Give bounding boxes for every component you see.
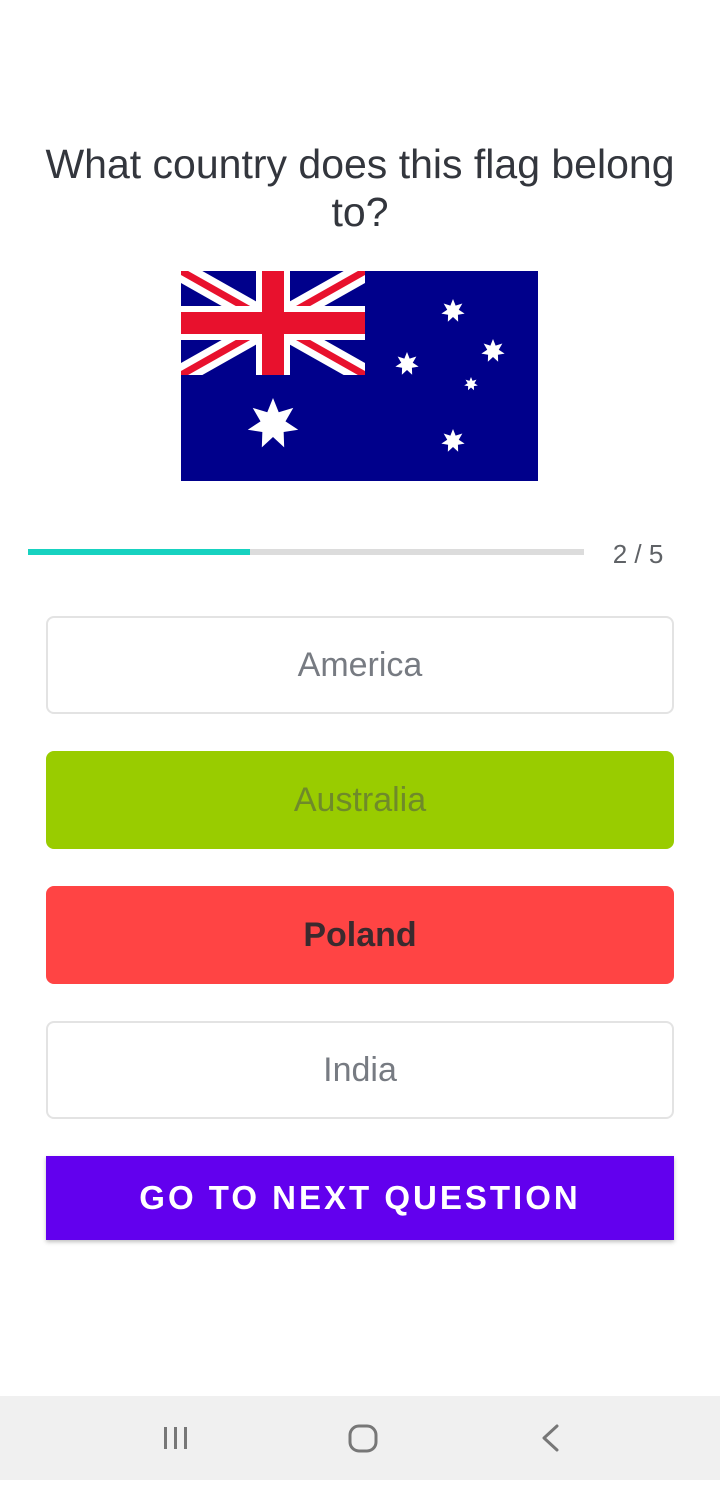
next-question-button[interactable]: GO TO NEXT QUESTION [46, 1156, 674, 1240]
system-navigation-bar [0, 1396, 720, 1480]
home-icon[interactable] [322, 1396, 402, 1480]
question-text: What country does this flag belong to? [45, 141, 675, 235]
answer-option-america[interactable]: America [46, 616, 674, 714]
australia-flag-icon [181, 271, 538, 481]
answer-option-australia[interactable]: Australia [46, 751, 674, 849]
progress-bar [28, 549, 584, 555]
back-icon[interactable] [510, 1396, 590, 1480]
answer-option-poland[interactable]: Poland [46, 886, 674, 984]
answer-option-india[interactable]: India [46, 1021, 674, 1119]
recent-apps-icon[interactable] [136, 1396, 216, 1480]
progress-counter: 2 / 5 [612, 539, 664, 569]
progress-fill [28, 549, 251, 555]
